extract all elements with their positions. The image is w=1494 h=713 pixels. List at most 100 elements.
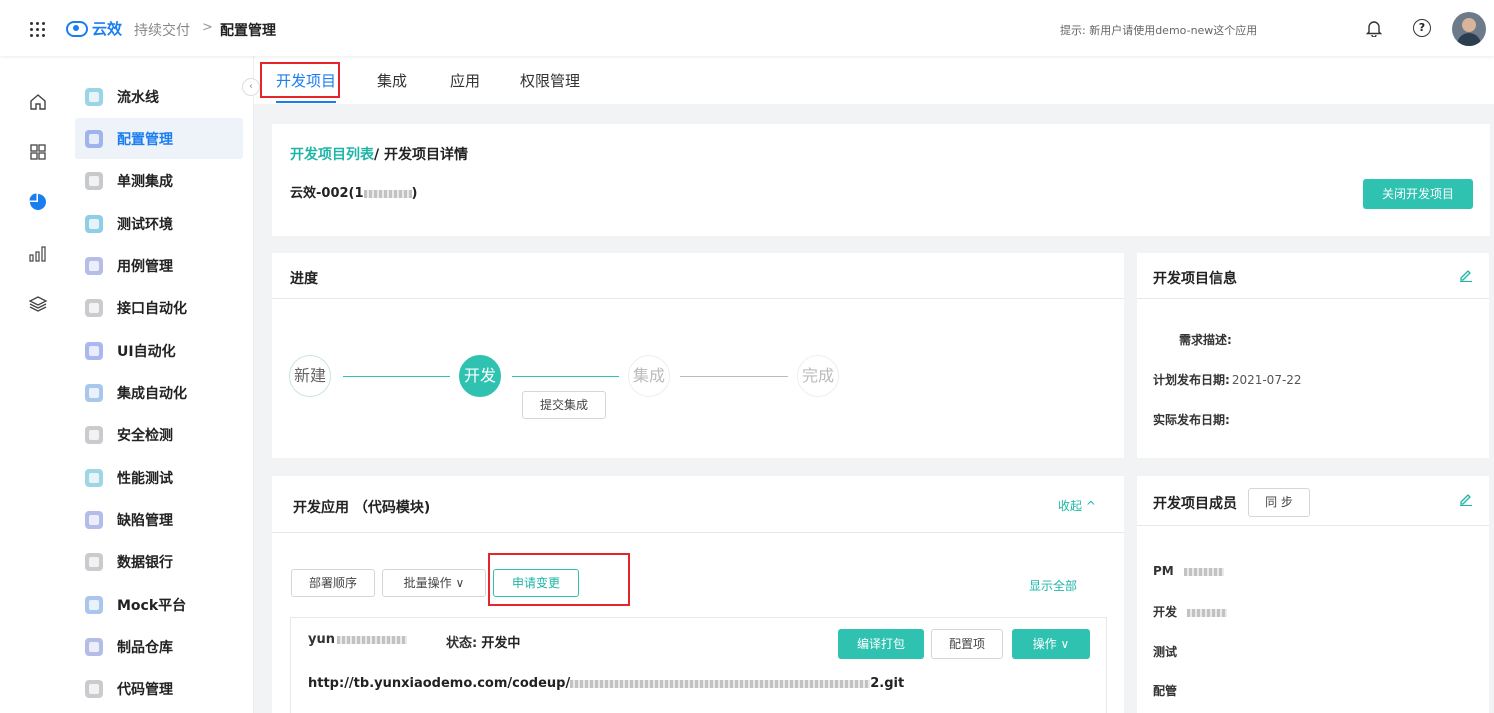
app-status: 状态: 开发中 — [446, 632, 520, 651]
mock-icon — [85, 595, 103, 614]
breadcrumb-project-list[interactable]: 开发项目列表 — [290, 147, 374, 163]
layers-icon[interactable] — [28, 294, 48, 314]
logo[interactable]: 云效 — [66, 18, 122, 39]
members-header: 开发项目成员 同 步 — [1137, 476, 1489, 526]
api-icon — [85, 298, 103, 317]
project-info-card: 开发项目信息 需求描述: 计划发布日期: 2021-07-22 实际发布日期: — [1137, 253, 1489, 458]
sidebar-item-api-auto[interactable]: 接口自动化 — [75, 287, 243, 328]
sidebar-item-unit-test[interactable]: 单测集成 — [75, 160, 243, 201]
breadcrumb-separator: > — [202, 20, 213, 35]
repo-url-suffix: 2.git — [870, 676, 905, 691]
sidebar-item-label: Mock平台 — [117, 597, 187, 614]
sidebar-item-label: 安全检测 — [117, 427, 173, 444]
redacted-member — [1187, 608, 1228, 617]
edit-icon[interactable] — [1459, 492, 1473, 506]
sidebar-item-label: 数据银行 — [117, 554, 173, 571]
sidebar-item-defects[interactable]: 缺陷管理 — [75, 499, 243, 540]
config-items-button[interactable]: 配置项 — [931, 629, 1003, 659]
sidebar-item-security[interactable]: 安全检测 — [75, 414, 243, 455]
batch-ops-label: 批量操作 — [403, 576, 452, 590]
shield-icon — [85, 425, 103, 444]
step-develop: 开发 — [459, 355, 501, 397]
operations-button[interactable]: 操作 ∨ — [1012, 629, 1090, 659]
project-name-suffix: ) — [411, 186, 418, 201]
unit-test-icon — [85, 171, 103, 190]
bar-chart-icon[interactable] — [28, 244, 48, 264]
deploy-order-button[interactable]: 部署顺序 — [291, 569, 375, 597]
status-label: 状态: — [446, 636, 478, 651]
breadcrumb-app[interactable]: 持续交付 — [134, 20, 190, 40]
operations-label: 操作 — [1032, 637, 1057, 651]
sidebar-item-label: 配置管理 — [117, 131, 173, 148]
progress-title: 进度 — [290, 271, 318, 287]
sidebar-item-label: 用例管理 — [117, 258, 173, 275]
role-label: PM — [1153, 564, 1174, 578]
sidebar-item-case-mgmt[interactable]: 用例管理 — [75, 245, 243, 286]
code-icon — [85, 679, 103, 698]
sidebar-item-label: 集成自动化 — [117, 385, 187, 402]
progress-card: 进度 新建 开发 集成 完成 提交集成 — [272, 253, 1124, 458]
compile-button[interactable]: 编译打包 — [838, 629, 924, 659]
sidebar-item-label: 单测集成 — [117, 173, 173, 190]
edit-icon[interactable] — [1459, 268, 1473, 282]
status-value: 开发中 — [481, 636, 521, 651]
case-icon — [85, 256, 103, 275]
sidebar-item-ui-auto[interactable]: UI自动化 — [75, 330, 243, 371]
sidebar-item-config[interactable]: 配置管理 — [75, 118, 243, 159]
tip-text: 提示: 新用户请使用demo-new这个应用 — [1060, 24, 1258, 37]
tab-integration[interactable]: 集成 — [377, 70, 407, 91]
breadcrumb-detail: / 开发项目详情 — [374, 147, 468, 163]
avatar[interactable] — [1452, 12, 1486, 46]
collapse-label: 收起 — [1058, 499, 1083, 513]
role-label: 配管 — [1153, 684, 1178, 698]
artifact-icon — [85, 637, 103, 656]
highlight-box-apply-change — [488, 553, 630, 606]
dev-apps-header: 开发应用 （代码模块) 收起 ^ — [272, 476, 1124, 533]
app-grid-icon[interactable] — [30, 22, 46, 38]
sidebar-item-mock[interactable]: Mock平台 — [75, 584, 243, 625]
sidebar-item-label: UI自动化 — [117, 343, 176, 360]
tab-bar: 开发项目 集成 应用 权限管理 — [254, 56, 1494, 104]
sidebar-item-performance[interactable]: 性能测试 — [75, 457, 243, 498]
step-new: 新建 — [289, 355, 331, 397]
show-all-link[interactable]: 显示全部 — [1029, 577, 1077, 594]
sidebar-collapse-button[interactable]: ‹ — [242, 78, 260, 96]
role-label: 开发 — [1153, 605, 1178, 619]
help-icon[interactable]: ? — [1413, 19, 1431, 37]
apps-icon[interactable] — [28, 142, 48, 162]
tab-application[interactable]: 应用 — [450, 70, 480, 91]
member-test: 测试 — [1153, 643, 1177, 660]
sidebar-item-label: 代码管理 — [117, 681, 173, 698]
sidebar-item-code[interactable]: 代码管理 — [75, 668, 243, 709]
sidebar-item-test-env[interactable]: 测试环境 — [75, 203, 243, 244]
redacted-repo-path — [570, 679, 871, 688]
redacted-member — [1183, 567, 1224, 576]
home-icon[interactable] — [28, 92, 48, 112]
ui-icon — [85, 341, 103, 360]
repo-url[interactable]: http://tb.yunxiaodemo.com/codeup/2.git — [308, 676, 904, 691]
sidebar-item-pipeline[interactable]: 流水线 — [75, 76, 243, 117]
members-title: 开发项目成员 — [1153, 496, 1237, 512]
submit-integration-button[interactable]: 提交集成 — [522, 391, 606, 419]
sidebar-item-artifacts[interactable]: 制品仓库 — [75, 626, 243, 667]
app-name: yun — [308, 632, 407, 647]
dev-apps-title: 开发应用 （代码模块) — [293, 500, 431, 516]
sidebar-item-integration-auto[interactable]: 集成自动化 — [75, 372, 243, 413]
tab-permissions[interactable]: 权限管理 — [520, 70, 580, 91]
sync-button[interactable]: 同 步 — [1248, 488, 1310, 517]
top-bar: 云效 持续交付 > 配置管理 提示: 新用户请使用demo-new这个应用 ? — [0, 0, 1494, 56]
integration-icon — [85, 383, 103, 402]
sidebar-item-label: 接口自动化 — [117, 300, 187, 317]
collapse-link[interactable]: 收起 ^ — [1058, 497, 1096, 514]
sidebar: 流水线 配置管理 单测集成 测试环境 用例管理 接口自动化 UI自动化 集成自动… — [62, 56, 254, 713]
sidebar-item-data-bank[interactable]: 数据银行 — [75, 541, 243, 582]
data-bank-icon — [85, 552, 103, 571]
bell-icon[interactable] — [1366, 19, 1382, 37]
app-row: yun 状态: 开发中 编译打包 配置项 操作 ∨ http://tb.yunx… — [290, 617, 1107, 713]
close-project-button[interactable]: 关闭开发项目 — [1363, 179, 1473, 209]
redacted-app-name — [336, 635, 407, 644]
pie-chart-icon[interactable] — [28, 192, 48, 212]
batch-ops-button[interactable]: 批量操作 ∨ — [382, 569, 486, 597]
chevron-down-icon: ∨ — [1060, 637, 1070, 651]
sidebar-item-label: 缺陷管理 — [117, 512, 173, 529]
